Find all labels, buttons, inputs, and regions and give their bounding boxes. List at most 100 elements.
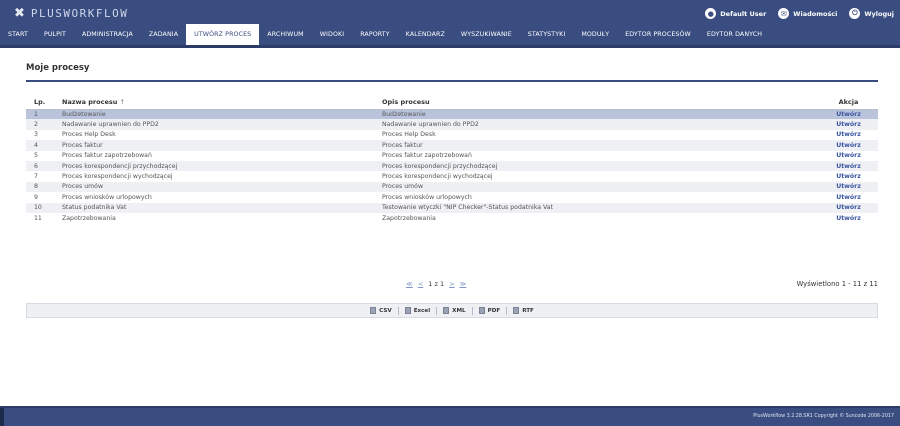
cell-lp: 1 <box>26 109 54 120</box>
last-page-button[interactable]: ≫ <box>460 280 467 288</box>
records-summary: Wyświetlono 1 - 11 z 11 <box>796 280 878 288</box>
table-header-row: Lp. Nazwa procesu ↑ Opis procesu Akcja <box>26 95 878 110</box>
app-logo[interactable]: ✖ PLUSWORKFLOW <box>14 6 128 21</box>
export-label: Excel <box>413 307 431 314</box>
create-process-link[interactable]: Utwórz <box>819 160 878 172</box>
page-title: Moje procesy <box>26 63 90 73</box>
export-separator <box>471 306 473 315</box>
header-name[interactable]: Nazwa procesu ↑ <box>54 95 374 110</box>
nav-item[interactable]: WYSZUKIWANIE <box>453 24 520 45</box>
export-xml-button[interactable]: XML <box>443 307 466 314</box>
current-user-link[interactable]: ● Default User <box>705 8 766 19</box>
messages-label: Wiadomości <box>793 9 838 18</box>
process-table-container: Lp. Nazwa procesu ↑ Opis procesu Akcja 1… <box>26 95 878 224</box>
title-divider <box>26 80 878 82</box>
header-lp[interactable]: Lp. <box>26 95 54 110</box>
nav-item[interactable]: EDYTOR PROCESÓW <box>617 24 699 45</box>
prev-page-button[interactable]: < <box>418 280 423 288</box>
nav-item[interactable]: EDYTOR DANYCH <box>699 24 770 45</box>
messages-link[interactable]: ✉ Wiadomości <box>778 8 837 19</box>
table-row[interactable]: 5 Proces faktur zapotrzebowań Proces faktu… <box>26 150 878 161</box>
header-action: Akcja <box>819 95 878 110</box>
nav-item[interactable]: PULPIT <box>36 24 74 45</box>
nav-item[interactable]: ARCHIWUM <box>259 24 311 45</box>
table-row[interactable]: 2 Nadawanie uprawnien do PPD2 Nadawanie up… <box>26 119 878 130</box>
main-content: Moje procesy <box>26 60 878 82</box>
create-process-link[interactable]: Utwórz <box>819 140 878 151</box>
cell-lp: 11 <box>26 212 54 224</box>
sort-arrow-icon: ↑ <box>119 97 126 106</box>
cell-desc: Proces korespondencji wychodzącej <box>374 171 819 182</box>
footer: PlusWorkflow 3.2.28.SR1 Copyright © Sunc… <box>0 406 900 426</box>
footer-copyright: PlusWorkflow 3.2.28.SR1 Copyright © Sunc… <box>753 414 894 419</box>
table-body: 1 Budżetowanie Budżetowanie Utwórz 2 Nadawani… <box>26 109 878 224</box>
export-bar: CSV Excel XML PDF RTF <box>26 303 878 318</box>
create-process-link[interactable]: Utwórz <box>819 181 878 193</box>
table-row[interactable]: 3 Proces Help Desk Proces Help Desk Utwórz <box>26 129 878 141</box>
header-name-label: Nazwa procesu <box>62 97 118 106</box>
table-row[interactable]: 4 Proces faktur Proces faktur Utwórz <box>26 140 878 151</box>
nav-item[interactable]: ADMINISTRACJA <box>74 24 141 45</box>
create-process-link[interactable]: Utwórz <box>819 150 878 161</box>
nav-item[interactable]: MODUŁY <box>573 24 617 45</box>
cell-name: Nadawanie uprawnien do PPD2 <box>54 119 374 130</box>
export-csv-button[interactable]: CSV <box>370 307 392 314</box>
cell-desc: Testowanie wtyczki "NIP Checker"-Status … <box>374 202 819 213</box>
table-row[interactable]: 7 Proces korespondencji wychodzącej Proces… <box>26 171 878 182</box>
cell-lp: 8 <box>26 181 54 193</box>
cell-lp: 4 <box>26 140 54 151</box>
nav-item[interactable]: ZADANIA <box>141 24 186 45</box>
nav-item[interactable]: START <box>0 24 36 45</box>
table-row[interactable]: 8 Proces umów Proces umów Utwórz <box>26 181 878 193</box>
top-header: ✖ PLUSWORKFLOW ● Default User ✉ Wiadomoś… <box>0 0 900 27</box>
table-row[interactable]: 11 Zapotrzebowania Zapotrzebowania Utwórz <box>26 212 878 224</box>
app-root: ✖ PLUSWORKFLOW ● Default User ✉ Wiadomoś… <box>0 0 900 426</box>
nav-item[interactable]: UTWÓRZ PROCES <box>186 24 260 45</box>
user-area: ● Default User ✉ Wiadomości ⏻ Wyloguj <box>705 0 894 27</box>
create-process-link[interactable]: Utwórz <box>819 192 878 203</box>
cell-lp: 3 <box>26 129 54 141</box>
cell-lp: 5 <box>26 150 54 161</box>
cell-name: Zapotrzebowania <box>54 212 374 224</box>
export-label: XML <box>452 307 466 314</box>
first-page-button[interactable]: ≪ <box>406 280 413 288</box>
nav-item[interactable]: STATYSTYKI <box>520 24 574 45</box>
create-process-link[interactable]: Utwórz <box>819 109 878 120</box>
nav-item[interactable]: WIDOKI <box>312 24 352 45</box>
cell-desc: Nadawanie uprawnien do PPD2 <box>374 119 819 130</box>
export-label: RTF <box>522 307 534 314</box>
cell-name: Proces wniosków urlopowych <box>54 192 374 203</box>
logout-label: Wyloguj <box>864 9 894 18</box>
export-separator <box>397 306 399 315</box>
cell-name: Proces faktur <box>54 140 374 151</box>
create-process-link[interactable]: Utwórz <box>819 119 878 130</box>
create-process-link[interactable]: Utwórz <box>819 171 878 182</box>
header-desc[interactable]: Opis procesu <box>374 95 819 110</box>
table-row[interactable]: 6 Proces korespondencji przychodzącej Proc… <box>26 160 878 172</box>
cell-desc: Proces wniosków urlopowych <box>374 192 819 203</box>
nav-item[interactable]: KALENDARZ <box>398 24 453 45</box>
cell-lp: 7 <box>26 171 54 182</box>
cell-desc: Proces faktur zapotrzebowań <box>374 150 819 161</box>
export-rtf-button[interactable]: RTF <box>513 307 534 314</box>
xml-icon <box>443 307 450 314</box>
export-label: CSV <box>379 307 392 314</box>
cell-name: Proces Help Desk <box>54 129 374 141</box>
cell-desc: Budżetowanie <box>374 109 819 120</box>
cell-desc: Proces korespondencji przychodzącej <box>374 160 819 172</box>
logout-link[interactable]: ⏻ Wyloguj <box>849 8 894 19</box>
table-row[interactable]: 10 Status podatnika Vat Testowanie wtyczki… <box>26 202 878 213</box>
create-process-link[interactable]: Utwórz <box>819 129 878 141</box>
logo-mark-icon: ✖ <box>14 6 25 21</box>
export-excel-button[interactable]: Excel <box>404 307 431 314</box>
table-row[interactable]: 1 Budżetowanie Budżetowanie Utwórz <box>26 109 878 120</box>
footer-accent <box>0 408 4 426</box>
nav-item[interactable]: RAPORTY <box>352 24 398 45</box>
create-process-link[interactable]: Utwórz <box>819 212 878 224</box>
next-page-button[interactable]: > <box>449 280 454 288</box>
table-row[interactable]: 9 Proces wniosków urlopowych Proces wniosk… <box>26 192 878 203</box>
main-nav: START PULPIT ADMINISTRACJA ZADANIA UTWÓRZ PR… <box>0 24 900 48</box>
export-pdf-button[interactable]: PDF <box>478 307 500 314</box>
cell-desc: Proces Help Desk <box>374 129 819 141</box>
create-process-link[interactable]: Utwórz <box>819 202 878 213</box>
